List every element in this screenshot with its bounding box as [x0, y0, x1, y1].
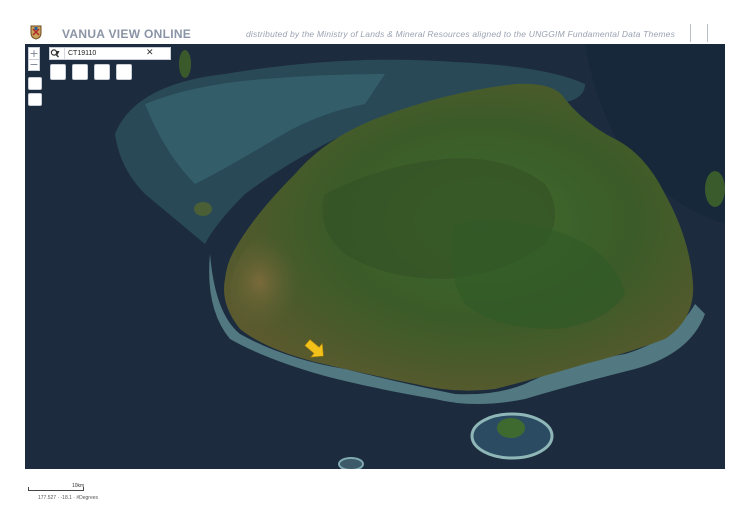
map-view[interactable]: + − ▼ ✕ [25, 44, 725, 469]
zoom-out-button[interactable]: − [28, 59, 40, 71]
coordinates-readout: 177.527 · -18.1 · #Degrees [38, 495, 99, 501]
map-tool-button[interactable] [28, 93, 42, 106]
tool-button-1[interactable] [50, 64, 66, 80]
search-input[interactable] [66, 48, 140, 59]
app-title: VANUA VIEW ONLINE [62, 27, 192, 41]
app-subtitle: distributed by the Ministry of Lands & M… [246, 29, 676, 39]
small-island [179, 50, 191, 78]
tool-button-2[interactable] [72, 64, 88, 80]
header-divider [690, 24, 691, 42]
search-bar: ▼ ✕ [49, 47, 171, 60]
small-island [194, 202, 212, 216]
tool-button-3[interactable] [94, 64, 110, 80]
southern-islet [497, 418, 525, 438]
search-icon[interactable] [50, 48, 60, 59]
app-header: VANUA VIEW ONLINE distributed by the Min… [0, 0, 750, 44]
satellite-basemap[interactable] [25, 44, 725, 469]
clear-search-icon[interactable]: ✕ [146, 47, 154, 58]
logo-icon [30, 25, 42, 40]
tool-button-4[interactable] [116, 64, 132, 80]
scale-label: 10km [72, 483, 85, 489]
small-reef [338, 457, 364, 469]
map-tool-button[interactable] [28, 77, 42, 90]
header-divider [707, 24, 708, 42]
small-island [705, 171, 725, 207]
